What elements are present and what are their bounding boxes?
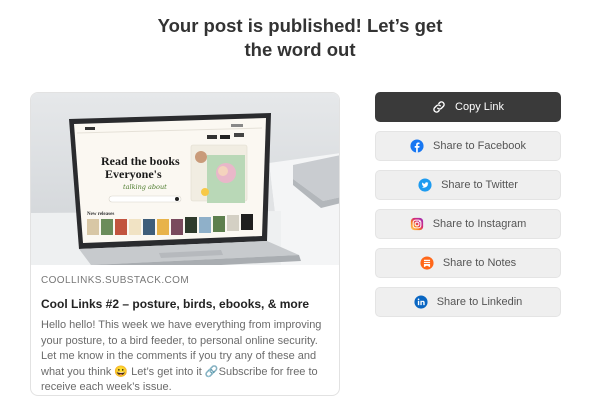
- copy-link-label: Copy Link: [455, 101, 504, 113]
- post-excerpt: Hello hello! This week we have everythin…: [41, 319, 322, 393]
- heading-line-2: the word out: [244, 39, 356, 60]
- copy-link-button[interactable]: Copy Link: [375, 92, 561, 122]
- post-domain: COOLLINKS.SUBSTACK.COM: [41, 275, 190, 286]
- share-instagram-label: Share to Instagram: [432, 218, 527, 230]
- twitter-icon: [418, 178, 432, 192]
- heading-line-1: Your post is published! Let’s get: [157, 15, 443, 36]
- laptop-illustration: Read the books Everyone's talking about …: [31, 113, 339, 265]
- share-instagram-button[interactable]: Share to Instagram: [375, 209, 561, 239]
- instagram-icon: [410, 217, 424, 231]
- facebook-icon: [410, 139, 424, 153]
- share-actions: Copy Link Share to Facebook Share to Twi…: [375, 92, 561, 326]
- share-twitter-label: Share to Twitter: [441, 179, 518, 191]
- post-title[interactable]: Cool Links #2 – posture, birds, ebooks, …: [41, 296, 329, 312]
- post-cover-image: Read the books Everyone's talking about …: [31, 93, 339, 265]
- share-notes-label: Share to Notes: [442, 257, 517, 269]
- share-notes-button[interactable]: Share to Notes: [375, 248, 561, 278]
- share-linkedin-label: Share to Linkedin: [436, 296, 523, 308]
- notes-icon: [420, 256, 434, 270]
- page-heading: Your post is published! Let’s get the wo…: [0, 14, 600, 62]
- screen-heading-script: talking about: [123, 183, 167, 191]
- share-twitter-button[interactable]: Share to Twitter: [375, 170, 561, 200]
- screen-heading-1: Read the books: [101, 154, 180, 168]
- screen-heading-2: Everyone's: [105, 167, 162, 181]
- linkedin-icon: [414, 295, 428, 309]
- post-preview-card[interactable]: Read the books Everyone's talking about …: [30, 92, 340, 396]
- share-linkedin-button[interactable]: Share to Linkedin: [375, 287, 561, 317]
- share-facebook-label: Share to Facebook: [433, 140, 526, 152]
- link-icon: [432, 100, 446, 114]
- screen-subheading: New releases: [87, 212, 114, 217]
- share-facebook-button[interactable]: Share to Facebook: [375, 131, 561, 161]
